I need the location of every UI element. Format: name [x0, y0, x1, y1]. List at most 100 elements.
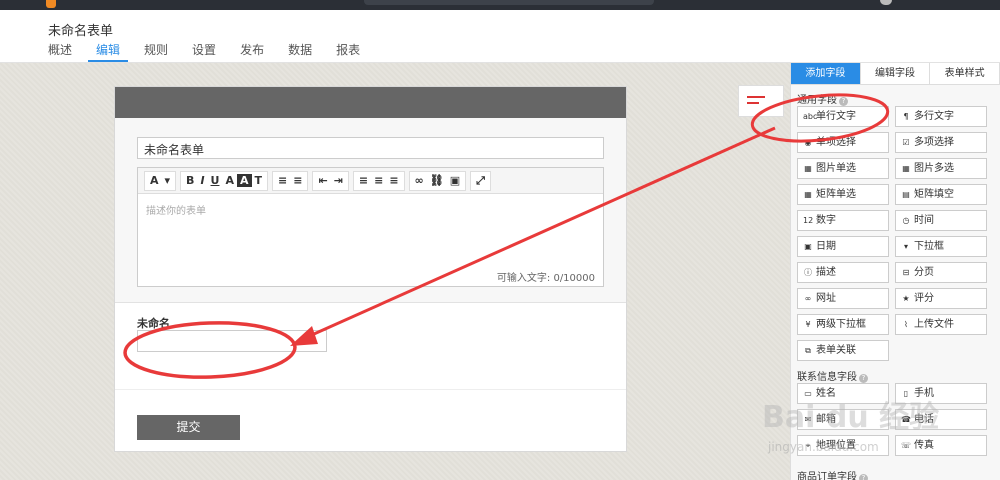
number-icon: 12 [803, 216, 814, 225]
section-contact-fields: 联系信息字段? [797, 368, 868, 383]
image-checkbox-icon: ▦ [902, 164, 910, 173]
description-editor[interactable]: A ▾ B I U A A T ≡ ≡ ⇤ ⇥ ≡ ≡ ≡ ∞ ⛓ ▣ ⤢ 描述… [137, 167, 604, 287]
form-name-title: 未命名表单 [48, 24, 114, 39]
tab-edit[interactable]: 编辑 [88, 42, 129, 62]
editor-toolbar: A ▾ B I U A A T ≡ ≡ ⇤ ⇥ ≡ ≡ ≡ ∞ ⛓ ▣ ⤢ [138, 168, 603, 194]
main-tabs: 概述 编辑 规则 设置 发布 数据 报表 [40, 42, 376, 62]
dropdown-icon: ▾ [903, 242, 908, 251]
align-center-button[interactable]: ≡ [371, 174, 386, 187]
relation-icon: ⧉ [805, 346, 811, 355]
tab-data[interactable]: 数据 [280, 42, 320, 62]
form-header: 未命名表单 概述 编辑 规则 设置 发布 数据 报表 [0, 10, 1000, 63]
submit-button[interactable]: 提交 [137, 415, 240, 440]
common-field-grid: abc单行文字 ¶ 多行文字 ◉ 单项选择 ☑ 多项选择 ▦ 图片单选 ▦ 图片多选 ▦ 矩… [797, 106, 989, 361]
field-image-single[interactable]: ▦ 图片单选 [797, 158, 889, 179]
field-matrix-fill[interactable]: ▤ 矩阵填空 [895, 184, 987, 205]
field-date[interactable]: ▣ 日期 [797, 236, 889, 257]
global-search[interactable] [364, 0, 654, 5]
description-placeholder: 描述你的表单 [146, 206, 206, 217]
tab-edit-field[interactable]: 编辑字段 [860, 63, 931, 84]
section-title: 联系信息字段 [797, 372, 857, 383]
field-file-upload[interactable]: ⌇ 上传文件 [895, 314, 987, 335]
unordered-list-button[interactable]: ≡ [290, 174, 305, 187]
field-single-choice[interactable]: ◉ 单项选择 [797, 132, 889, 153]
link-icon: ∞ [804, 294, 812, 303]
help-icon[interactable]: ? [859, 474, 868, 480]
fax-icon: ☏ [901, 441, 912, 450]
field-page-break[interactable]: ⊟ 分页 [895, 262, 987, 283]
field-description[interactable]: ⓘ 描述 [797, 262, 889, 283]
field-multi-line-text[interactable]: ¶ 多行文字 [895, 106, 987, 127]
link-button[interactable]: ∞ [412, 174, 427, 187]
page-break-icon: ⊟ [902, 268, 910, 277]
ordered-list-button[interactable]: ≡ [275, 174, 290, 187]
field-form-relation[interactable]: ⧉ 表单关联 [797, 340, 889, 361]
clear-format-button[interactable]: T [252, 174, 266, 187]
matrix-icon: ▦ [804, 190, 812, 199]
help-icon[interactable]: ? [839, 97, 848, 106]
field-number[interactable]: 12 数字 [797, 210, 889, 231]
logo[interactable] [46, 0, 56, 8]
tab-publish[interactable]: 发布 [232, 42, 272, 62]
field-multi-choice[interactable]: ☑ 多项选择 [895, 132, 987, 153]
unlink-button[interactable]: ⛓ [427, 174, 447, 187]
tab-rules[interactable]: 规则 [136, 42, 176, 62]
tab-settings[interactable]: 设置 [184, 42, 224, 62]
panel-tabs: 添加字段 编辑字段 表单样式 [791, 63, 1000, 85]
form-title-input[interactable]: 未命名表单 [137, 137, 604, 159]
field-fax[interactable]: ☏ 传真 [895, 435, 987, 456]
section-title: 通用字段 [797, 95, 837, 106]
field-label: 未命名 [137, 317, 170, 330]
indent-button[interactable]: ⇥ [331, 174, 346, 187]
top-nav-bar [0, 0, 1000, 10]
field-dropdown[interactable]: ▾ 下拉框 [895, 236, 987, 257]
section-common-fields: 通用字段? [797, 91, 848, 106]
cascade-icon: ¥ [805, 320, 811, 329]
radio-icon: ◉ [804, 138, 812, 147]
image-button[interactable]: ▣ [447, 174, 463, 187]
info-icon: ⓘ [804, 268, 812, 277]
char-counter: 可输入文字: 0/10000 [496, 273, 595, 284]
field-matrix-single[interactable]: ▦ 矩阵单选 [797, 184, 889, 205]
tab-overview[interactable]: 概述 [40, 42, 80, 62]
baidu-watermark: Bai du 经验 [762, 400, 940, 435]
align-right-button[interactable]: ≡ [386, 174, 401, 187]
paragraph-icon: ¶ [903, 112, 909, 121]
form-card: 未命名表单 A ▾ B I U A A T ≡ ≡ ⇤ ⇥ ≡ ≡ ≡ ∞ ⛓ … [114, 86, 627, 452]
field-url[interactable]: ∞ 网址 [797, 288, 889, 309]
matrix-fill-icon: ▤ [902, 190, 910, 199]
font-color-button[interactable]: A [222, 174, 237, 187]
tab-add-field[interactable]: 添加字段 [791, 63, 861, 84]
field-cascade-dropdown[interactable]: ¥ 两级下拉框 [797, 314, 889, 335]
paperclip-icon: ⌇ [904, 320, 908, 329]
font-size-button[interactable]: A [147, 174, 162, 187]
outdent-button[interactable]: ⇤ [315, 174, 330, 187]
align-left-button[interactable]: ≡ [356, 174, 371, 187]
checkbox-icon: ☑ [902, 138, 910, 147]
field-image-multi[interactable]: ▦ 图片多选 [895, 158, 987, 179]
field-time[interactable]: ◷ 时间 [895, 210, 987, 231]
divider [115, 389, 626, 390]
italic-button[interactable]: I [197, 174, 207, 187]
single-line-field-input[interactable] [137, 330, 327, 352]
tab-reports[interactable]: 报表 [328, 42, 368, 62]
preview-icon[interactable] [738, 85, 784, 117]
abc-icon: abc [803, 112, 818, 121]
watermark-url: jingyan.baidu.com [768, 440, 879, 454]
clock-icon: ◷ [902, 216, 910, 225]
tab-form-style[interactable]: 表单样式 [930, 63, 1000, 84]
field-single-line-text[interactable]: abc单行文字 [797, 106, 889, 127]
background-color-button[interactable]: A [236, 174, 252, 187]
section-order-fields: 商品订单字段? [797, 468, 868, 480]
help-icon[interactable]: ? [859, 374, 868, 383]
field-rating[interactable]: ★ 评分 [895, 288, 987, 309]
fullscreen-button[interactable]: ⤢ [473, 174, 488, 188]
bold-button[interactable]: B [183, 174, 197, 187]
avatar[interactable] [880, 0, 892, 5]
chevron-down-icon[interactable]: ▾ [162, 174, 174, 187]
star-icon: ★ [902, 294, 910, 303]
section-title: 商品订单字段 [797, 472, 857, 480]
underline-button[interactable]: U [208, 174, 223, 187]
image-radio-icon: ▦ [804, 164, 812, 173]
calendar-icon: ▣ [804, 242, 812, 251]
